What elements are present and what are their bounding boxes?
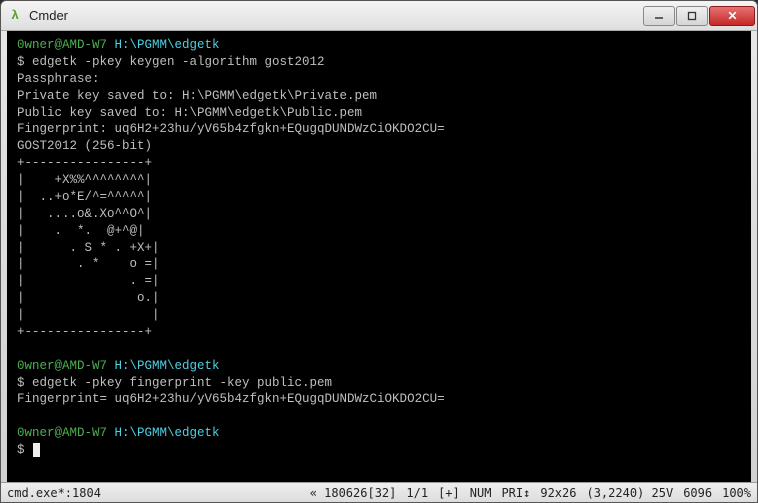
command-line: $ (17, 443, 32, 457)
output-line: Public key saved to: H:\PGMM\edgetk\Publ… (17, 106, 362, 120)
randomart-line: +----------------+ (17, 156, 152, 170)
terminal-content: 0wner@AMD-W7 H:\PGMM\edgetk $ edgetk -pk… (17, 37, 749, 459)
window-controls (643, 6, 755, 26)
window-title: Cmder (29, 8, 643, 23)
status-item: (3,2240) 25V (586, 486, 673, 500)
window-frame: λ Cmder 0wner@AMD-W7 H:\PGMM\edgetk $ ed… (0, 0, 758, 503)
output-line: Passphrase: (17, 72, 100, 86)
terminal-area[interactable]: 0wner@AMD-W7 H:\PGMM\edgetk $ edgetk -pk… (7, 31, 751, 482)
status-item: 92x26 (540, 486, 576, 500)
output-line: Private key saved to: H:\PGMM\edgetk\Pri… (17, 89, 377, 103)
status-item: 100% (722, 486, 751, 500)
randomart-line: | . =| (17, 274, 160, 288)
prompt-path: H:\PGMM\edgetk (115, 359, 220, 373)
status-item: [+] (438, 486, 460, 500)
prompt-user: 0wner@AMD-W7 (17, 426, 115, 440)
titlebar[interactable]: λ Cmder (1, 1, 757, 31)
prompt-user: 0wner@AMD-W7 (17, 38, 115, 52)
command-line: $ edgetk -pkey keygen -algorithm gost201… (17, 55, 325, 69)
statusbar: cmd.exe*:1804 « 180626[32] 1/1 [+] NUM P… (1, 482, 757, 502)
prompt-user: 0wner@AMD-W7 (17, 359, 115, 373)
randomart-line: | | (17, 308, 160, 322)
minimize-button[interactable] (643, 6, 675, 26)
app-icon: λ (7, 8, 23, 24)
status-item: « 180626[32] (310, 486, 397, 500)
status-item: 6096 (683, 486, 712, 500)
randomart-line: | o.| (17, 291, 160, 305)
randomart-line: | ..+o*E/^=^^^^^| (17, 190, 152, 204)
randomart-line: | . *. @+^@| (17, 224, 145, 238)
output-line: GOST2012 (256-bit) (17, 139, 152, 153)
randomart-line: +----------------+ (17, 325, 152, 339)
status-right: « 180626[32] 1/1 [+] NUM PRI↕ 92x26 (3,2… (310, 486, 751, 500)
status-item: NUM (470, 486, 492, 500)
randomart-line: | . S * . +X+| (17, 241, 160, 255)
command-line: $ edgetk -pkey fingerprint -key public.p… (17, 376, 332, 390)
randomart-line: | . * o =| (17, 257, 160, 271)
maximize-button[interactable] (676, 6, 708, 26)
close-button[interactable] (709, 6, 755, 26)
status-item: 1/1 (406, 486, 428, 500)
output-line: Fingerprint= uq6H2+23hu/yV65b4zfgkn+EQug… (17, 392, 445, 406)
status-left[interactable]: cmd.exe*:1804 (7, 486, 101, 500)
prompt-path: H:\PGMM\edgetk (115, 426, 220, 440)
randomart-line: | +X%%^^^^^^^^| (17, 173, 152, 187)
prompt-path: H:\PGMM\edgetk (115, 38, 220, 52)
randomart-line: | ....o&.Xo^^O^| (17, 207, 152, 221)
output-line: Fingerprint: uq6H2+23hu/yV65b4zfgkn+EQug… (17, 122, 445, 136)
cursor (33, 443, 40, 457)
status-item: PRI↕ (501, 486, 530, 500)
